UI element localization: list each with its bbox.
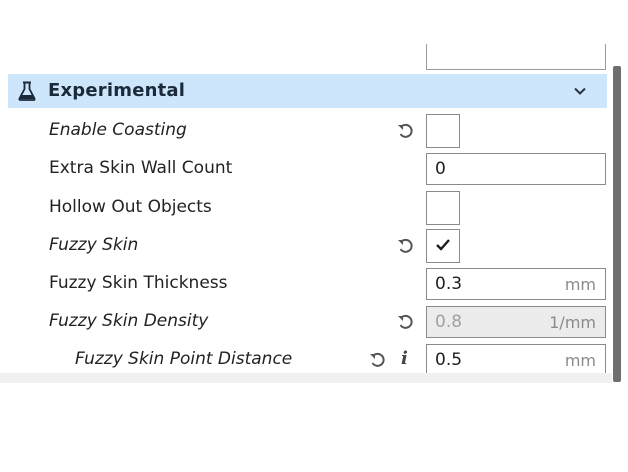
previous-setting-field[interactable] <box>426 44 606 70</box>
field-unit: mm <box>564 275 596 294</box>
setting-label: Fuzzy Skin <box>49 235 139 255</box>
fuzzy-skin-density-field[interactable]: 0.8 1/mm <box>426 306 606 338</box>
setting-row-enable-coasting: Enable Coasting <box>0 112 612 150</box>
setting-label: Fuzzy Skin Point Distance <box>75 349 293 369</box>
info-icon[interactable]: i <box>401 348 408 369</box>
extra-skin-wall-count-field[interactable]: 0 <box>426 153 606 185</box>
reset-icon[interactable] <box>397 122 415 140</box>
setting-label: Enable Coasting <box>49 120 187 140</box>
setting-label: Fuzzy Skin Thickness <box>49 273 228 293</box>
setting-row-hollow-out-objects: Hollow Out Objects <box>0 189 612 227</box>
field-unit: mm <box>564 351 596 370</box>
reset-icon[interactable] <box>397 237 415 255</box>
fuzzy-skin-checkbox[interactable] <box>426 229 460 263</box>
reset-icon[interactable] <box>369 351 387 369</box>
checkmark-icon <box>436 239 450 251</box>
enable-coasting-checkbox[interactable] <box>426 114 460 148</box>
field-unit: 1/mm <box>549 313 596 332</box>
fuzzy-skin-thickness-field[interactable]: 0.3 mm <box>426 268 606 300</box>
field-value: 0.5 <box>435 350 463 370</box>
setting-row-fuzzy-skin-thickness: Fuzzy Skin Thickness 0.3 mm <box>0 265 612 303</box>
field-value: 0.3 <box>435 274 463 294</box>
flask-icon <box>18 81 36 101</box>
settings-panel: Experimental Enable Coasting Extra Skin … <box>0 0 612 383</box>
setting-row-fuzzy-skin-density: Fuzzy Skin Density 0.8 1/mm <box>0 303 612 341</box>
category-title: Experimental <box>48 80 186 101</box>
setting-label: Hollow Out Objects <box>49 197 212 217</box>
hollow-out-objects-checkbox[interactable] <box>426 191 460 225</box>
chevron-down-icon[interactable] <box>573 84 587 98</box>
setting-row-fuzzy-skin: Fuzzy Skin <box>0 227 612 265</box>
fuzzy-skin-point-distance-field[interactable]: 0.5 mm <box>426 344 606 376</box>
field-value: 0.8 <box>435 312 463 332</box>
setting-label: Fuzzy Skin Density <box>49 311 209 331</box>
vertical-scrollbar[interactable] <box>613 66 621 382</box>
setting-label: Extra Skin Wall Count <box>49 158 233 178</box>
field-value: 0 <box>435 159 446 179</box>
reset-icon[interactable] <box>397 313 415 331</box>
panel-bottom-edge <box>0 373 612 383</box>
setting-row-extra-skin-wall-count: Extra Skin Wall Count 0 <box>0 150 612 188</box>
category-header-experimental[interactable]: Experimental <box>8 74 607 108</box>
